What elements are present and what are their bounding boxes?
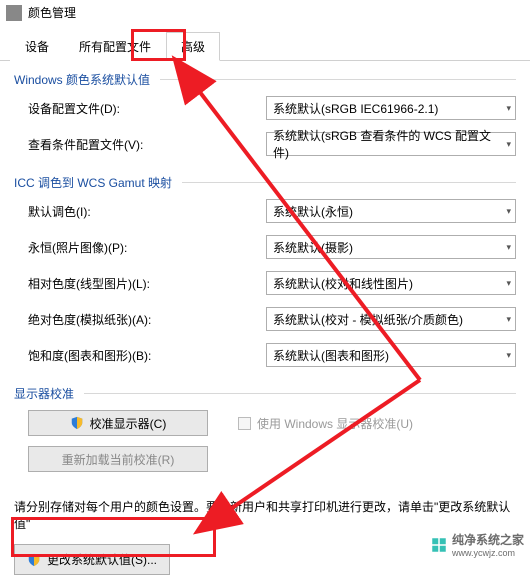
group-icc: ICC 调色到 WCS Gamut 映射 默认调色(I): 系统默认(永恒) ▾…	[14, 174, 516, 373]
calibrate-display-button[interactable]: 校准显示器(C)	[28, 410, 208, 436]
checkbox-box	[238, 417, 251, 430]
group-windows-defaults: Windows 颜色系统默认值 设备配置文件(D): 系统默认(sRGB IEC…	[14, 71, 516, 162]
chevron-down-icon: ▾	[506, 314, 511, 325]
tab-all-profiles[interactable]: 所有配置文件	[64, 32, 166, 61]
label-perceptual: 永恒(照片图像)(P):	[18, 239, 266, 256]
titlebar: 颜色管理	[0, 0, 530, 25]
chevron-down-icon: ▾	[506, 278, 511, 289]
group-title-calibration: 显示器校准	[14, 385, 516, 404]
chevron-down-icon: ▾	[506, 242, 511, 253]
use-windows-calibration-checkbox[interactable]: 使用 Windows 显示器校准(U)	[238, 415, 413, 432]
dropdown-saturation[interactable]: 系统默认(图表和图形) ▾	[266, 343, 516, 367]
label-device-profile: 设备配置文件(D):	[18, 100, 266, 117]
dropdown-viewing-profile[interactable]: 系统默认(sRGB 查看条件的 WCS 配置文件) ▾	[266, 132, 516, 156]
chevron-down-icon: ▾	[506, 103, 511, 114]
watermark-icon	[430, 536, 448, 554]
dropdown-device-profile[interactable]: 系统默认(sRGB IEC61966-2.1) ▾	[266, 96, 516, 120]
label-absolute: 绝对色度(模拟纸张)(A):	[18, 311, 266, 328]
group-title-defaults: Windows 颜色系统默认值	[14, 71, 516, 90]
label-relative: 相对色度(线型图片)(L):	[18, 275, 266, 292]
dropdown-absolute[interactable]: 系统默认(校对 - 模拟纸张/介质颜色) ▾	[266, 307, 516, 331]
tab-device[interactable]: 设备	[10, 32, 64, 61]
dropdown-relative[interactable]: 系统默认(校对和线性图片) ▾	[266, 271, 516, 295]
label-saturation: 饱和度(图表和图形)(B):	[18, 347, 266, 364]
tab-strip: 设备 所有配置文件 高级	[0, 31, 530, 61]
reload-calibration-button[interactable]: 重新加载当前校准(R)	[28, 446, 208, 472]
group-title-icc: ICC 调色到 WCS Gamut 映射	[14, 174, 516, 193]
chevron-down-icon: ▾	[506, 350, 511, 361]
dropdown-perceptual[interactable]: 系统默认(摄影) ▾	[266, 235, 516, 259]
chevron-down-icon: ▾	[506, 139, 511, 150]
dropdown-default-rendering[interactable]: 系统默认(永恒) ▾	[266, 199, 516, 223]
group-calibration: 显示器校准 校准显示器(C) 使用 Windows 显示器校准(U)	[14, 385, 516, 476]
window-title: 颜色管理	[28, 4, 76, 21]
shield-icon	[70, 416, 84, 430]
app-icon	[6, 5, 22, 21]
change-system-defaults-button[interactable]: 更改系统默认值(S)...	[14, 544, 170, 575]
label-viewing-profile: 查看条件配置文件(V):	[18, 136, 266, 153]
chevron-down-icon: ▾	[506, 206, 511, 217]
shield-icon	[27, 553, 41, 567]
label-default-rendering: 默认调色(I):	[18, 203, 266, 220]
watermark: 纯净系统之家 www.ycwjz.com	[430, 531, 524, 558]
tab-advanced[interactable]: 高级	[166, 32, 220, 61]
